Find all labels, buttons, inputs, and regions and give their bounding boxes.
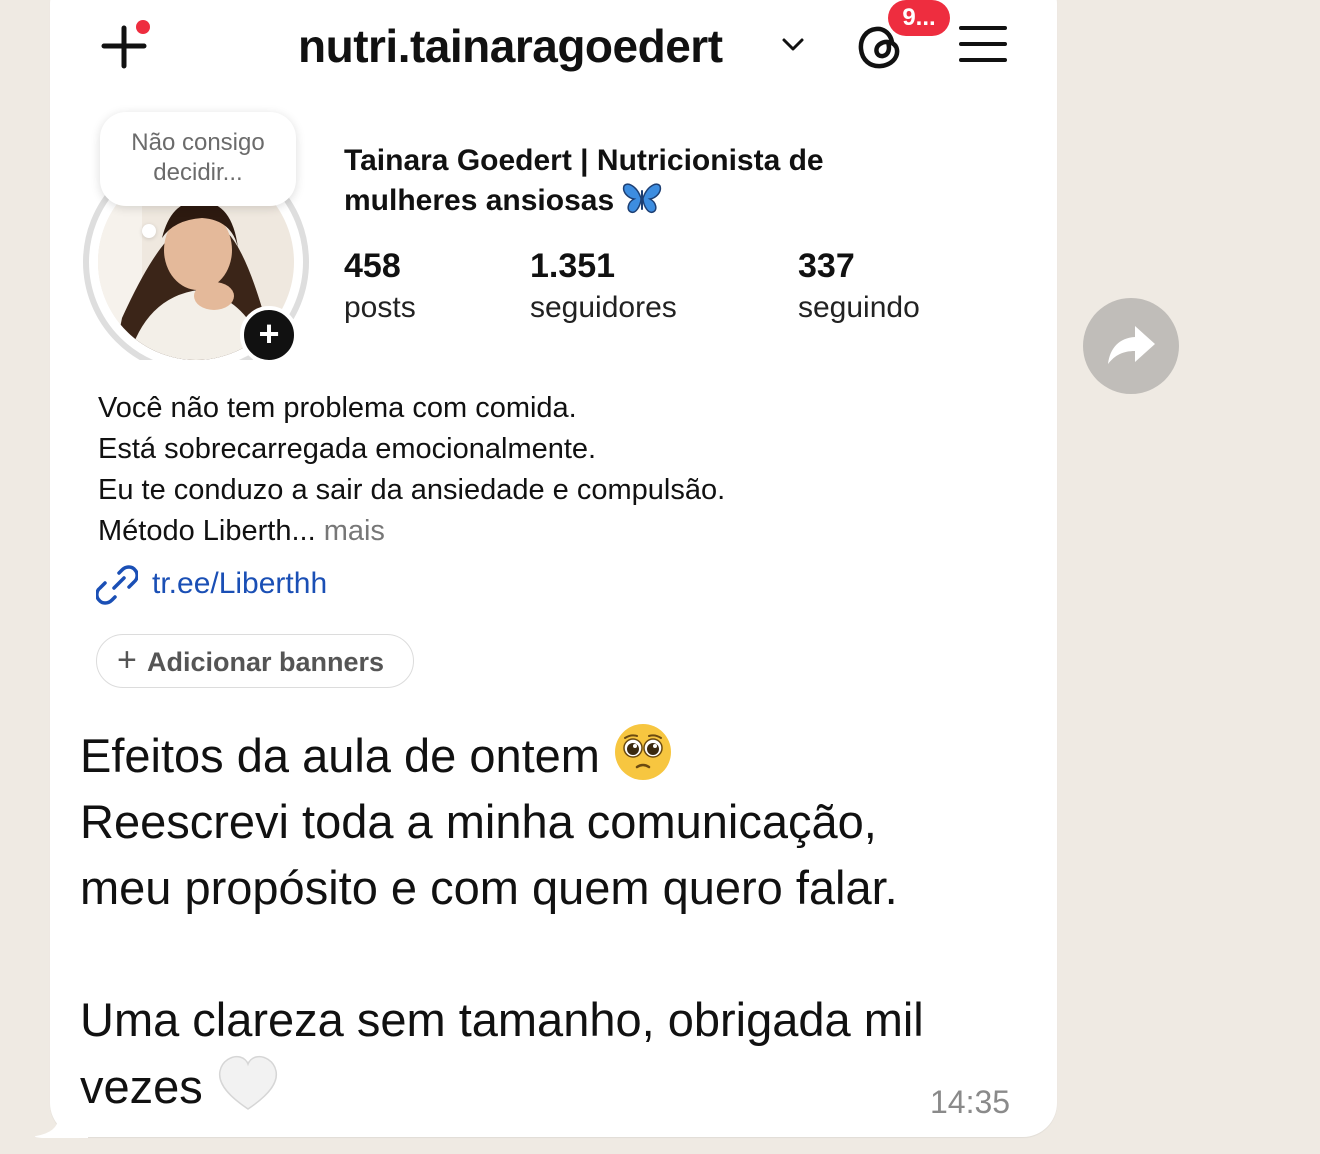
profile-display-name: Tainara Goedert | Nutricionista de mulhe…	[344, 144, 824, 217]
message-line: Uma clareza sem tamanho, obrigada mil	[80, 993, 924, 1046]
stat-following[interactable]: 337 seguindo	[798, 244, 920, 328]
stat-followers[interactable]: 1.351 seguidores	[530, 244, 677, 328]
chevron-down-icon[interactable]	[780, 36, 806, 54]
bio-line: Eu te conduzo a sair da ansiedade e comp…	[98, 474, 726, 506]
bio-line: Está sobrecarregada emocionalmente.	[98, 433, 597, 465]
forward-button[interactable]	[1083, 298, 1179, 394]
stat-followers-count: 1.351	[530, 247, 616, 285]
bio-line-truncated: Método Liberth...	[98, 515, 316, 547]
bio-line: Método Liberth... mais	[98, 511, 998, 552]
plus-icon: +	[117, 641, 137, 679]
notification-badge: 9...	[888, 0, 950, 36]
message-line: meu propósito e com quem quero falar.	[80, 861, 898, 914]
instagram-profile-screenshot: nutri.tainaragoedert 9... Não consigo de…	[0, 0, 1320, 1154]
stat-followers-label: seguidores	[530, 291, 677, 324]
message-line: Reescrevi toda a minha comunicação,	[80, 795, 877, 848]
message-timestamp: 14:35	[930, 1084, 1011, 1120]
stat-following-label: seguindo	[798, 291, 920, 324]
stat-posts[interactable]: 458 posts	[344, 244, 416, 328]
message-line: Efeitos da aula de ontem	[80, 729, 600, 782]
profile-link-text[interactable]: tr.ee/Liberthh	[152, 564, 327, 604]
pleading-face-emoji	[615, 724, 672, 780]
add-banners-button[interactable]: + Adicionar banners	[96, 634, 414, 688]
message-line: vezes	[80, 1060, 203, 1113]
create-plus-icon[interactable]	[98, 20, 152, 70]
bio-more-link[interactable]: mais	[324, 515, 385, 547]
profile-username[interactable]: nutri.tainaragoedert	[298, 18, 723, 74]
hamburger-menu-icon[interactable]	[958, 24, 1008, 64]
white-heart-emoji	[218, 1055, 277, 1110]
stat-posts-label: posts	[344, 291, 416, 324]
profile-bio: Você não tem problema com comida. Está s…	[98, 388, 998, 552]
profile-note-bubble[interactable]: Não consigo decidir...	[100, 112, 296, 206]
stat-following-count: 337	[798, 247, 855, 285]
message-text: Efeitos da aula de ontem Reescrevi toda …	[80, 722, 1040, 1120]
forward-arrow-icon	[1108, 326, 1155, 364]
stat-posts-count: 458	[344, 247, 401, 285]
bio-line: Você não tem problema com comida.	[98, 392, 577, 424]
add-banners-label: Adicionar banners	[147, 647, 385, 677]
butterfly-emoji	[623, 183, 662, 214]
add-story-button[interactable]: +	[240, 306, 298, 364]
link-icon	[96, 565, 138, 605]
note-bubble-dot	[142, 224, 156, 238]
